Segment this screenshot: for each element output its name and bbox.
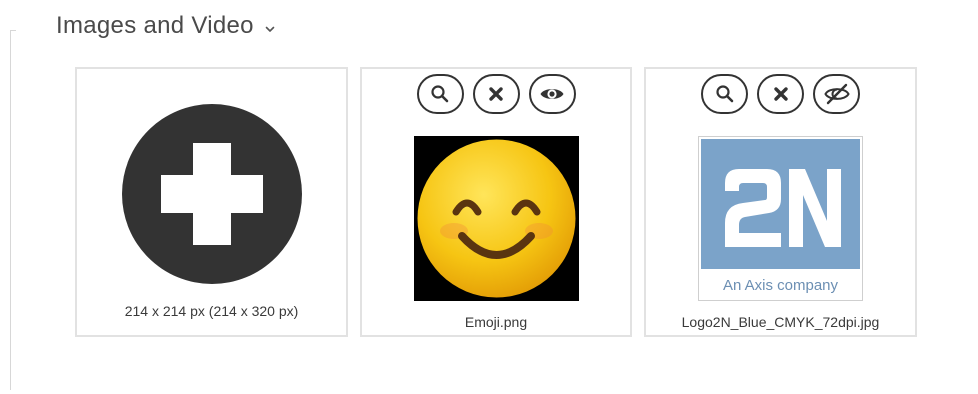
close-icon <box>772 85 790 103</box>
remove-button[interactable] <box>757 74 804 114</box>
image-size-hint: 214 x 214 px (214 x 320 px) <box>124 303 299 319</box>
section-title: Images and Video <box>56 12 254 39</box>
add-image-card[interactable]: 214 x 214 px (214 x 320 px) <box>75 67 348 337</box>
smiley-image <box>414 139 579 305</box>
zoom-button[interactable] <box>416 74 464 114</box>
image-card-emoji: Emoji.png <box>360 67 632 337</box>
image-thumbnail[interactable]: An Axis company <box>698 136 863 301</box>
section-header[interactable]: Images and Video <box>56 12 276 40</box>
chevron-down-icon <box>264 22 276 34</box>
image-card-logo: An Axis company Logo2N_Blue_CMYK_72dpi.j… <box>644 67 917 337</box>
visibility-toggle-button[interactable] <box>528 74 576 114</box>
image-tools <box>646 74 915 114</box>
image-filename: Emoji.png <box>464 314 528 330</box>
zoom-icon <box>430 84 450 104</box>
eye-icon <box>539 84 565 104</box>
zoom-icon <box>715 84 735 104</box>
eye-off-icon <box>823 83 850 105</box>
section-rule <box>10 30 11 390</box>
images-and-video-page: Images and Video 214 x 214 px (214 x 320… <box>0 0 978 394</box>
add-image-button[interactable] <box>122 104 302 284</box>
remove-button[interactable] <box>472 74 520 114</box>
close-icon <box>487 85 505 103</box>
zoom-button[interactable] <box>701 74 748 114</box>
image-filename: Logo2N_Blue_CMYK_72dpi.jpg <box>681 314 880 330</box>
image-tools <box>362 74 630 114</box>
logo-tagline: An Axis company <box>722 277 839 294</box>
visibility-toggle-button[interactable] <box>813 74 860 114</box>
image-thumbnail[interactable] <box>414 136 579 301</box>
